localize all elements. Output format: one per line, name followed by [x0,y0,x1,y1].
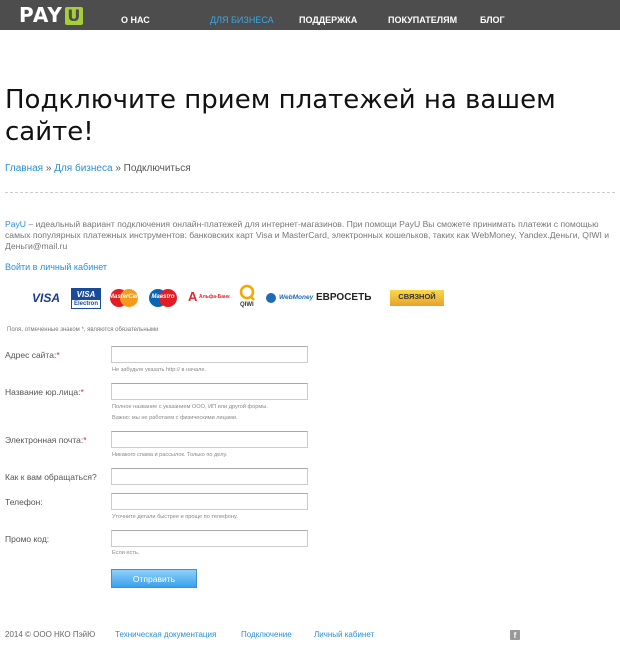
nav-buyers[interactable]: ПОКУПАТЕЛЯМ [388,15,457,25]
required-star: * [83,435,87,445]
footer-copyright: 2014 © ООО НКО ПэйЮ [5,630,96,639]
nav-blog[interactable]: БЛОГ [480,15,505,25]
footer-link-docs[interactable]: Техническая документация [115,630,216,639]
svyaznoy-text: СВЯЗНОЙ [398,292,436,301]
page-title: Подключите прием платежей на вашем сайте… [5,85,556,147]
nav-support[interactable]: ПОДДЕРЖКА [299,15,357,25]
alfa-mark: A [188,289,198,304]
footer-link-connect[interactable]: Подключение [241,630,292,639]
contact-name-input[interactable] [111,468,308,485]
breadcrumb: Главная » Для бизнеса » Подключиться [5,163,191,174]
intro-text: PayU – идеальный вариант подключения онл… [5,219,615,252]
maestro-logo: Maestro [148,288,178,308]
breadcrumb-separator: » [115,163,121,174]
euroset-logo: ЕВРОСЕТЬ [316,292,372,303]
webmoney-globe-icon [266,293,276,303]
breadcrumb-current: Подключиться [123,163,191,174]
breadcrumb-home[interactable]: Главная [5,163,43,174]
phone-label: Телефон: [5,497,43,507]
email-label: Электронная почта:* [5,435,87,445]
nav-about[interactable]: О НАС [121,15,150,25]
footer-link-connect-text[interactable]: Подключение [241,630,292,639]
company-name-input[interactable] [111,383,308,400]
visa-electron-top: VISA [76,290,96,299]
breadcrumb-business[interactable]: Для бизнеса [54,163,112,174]
webmoney-text: WebMoney [279,294,314,301]
intro-brand: PayU [5,219,27,229]
qiwi-logo: QIWI [237,284,257,312]
mastercard-text: MasterCard [109,294,143,300]
field-label-text: Название юр.лица: [5,387,81,397]
promo-code-hint: Если есть. [112,550,140,556]
alfa-text: Альфа-Банк [199,294,230,300]
promo-code-label: Промо код: [5,534,50,544]
nav-business[interactable]: ДЛЯ БИЗНЕСА [210,15,274,25]
facebook-icon[interactable]: f [510,630,520,640]
visa-electron-logo: VISA Electron [71,288,101,309]
logo-text: PAY [19,3,63,27]
qiwi-text: QIWI [240,302,254,308]
site-url-input[interactable] [111,346,308,363]
company-name-hint-2: Важно: мы не работаем с физическими лица… [112,415,238,421]
required-star: * [56,350,60,360]
intro-body: – идеальный вариант подключения онлайн-п… [5,219,610,251]
field-label-text: Электронная почта: [5,435,84,445]
required-note: Поля, отмеченные знаком *, являются обяз… [7,327,159,333]
footer-link-cabinet-text[interactable]: Личный кабинет [314,630,374,639]
login-link[interactable]: Войти в личный кабинет [5,262,107,272]
breadcrumb-separator: » [45,163,52,174]
footer-link-cabinet[interactable]: Личный кабинет [314,630,374,639]
company-name-hint: Полное название с указанием ООО, ИП или … [112,404,268,410]
promo-code-input[interactable] [111,530,308,547]
field-label-text: Адрес сайта: [5,350,57,360]
email-hint: Никакого спама и рассылок. Только по дел… [112,452,228,458]
site-url-hint: Не забудьте указать http:// в начале. [112,367,207,373]
footer-link-docs-text[interactable]: Техническая документация [115,630,216,639]
divider [5,192,615,193]
company-name-label: Название юр.лица:* [5,387,84,397]
contact-name-label: Как к вам обращаться? [5,472,97,482]
phone-hint: Уточните детали быстрее и проще по телеф… [112,514,238,520]
alfa-bank-logo: A Альфа-Банк [188,289,232,307]
payment-logos: VISA VISA Electron MasterCard Maestro A … [30,284,450,314]
required-star: * [80,387,84,397]
email-input[interactable] [111,431,308,448]
visa-logo: VISA [32,291,61,305]
webmoney-logo: WebMoney [266,290,314,306]
payu-logo[interactable]: PAY U [19,5,83,25]
svyaznoy-logo: СВЯЗНОЙ [390,290,444,306]
top-navigation-bar: PAY U О НАС ДЛЯ БИЗНЕСА ПОДДЕРЖКА ПОКУПА… [0,0,620,30]
maestro-text: Maestro [151,294,175,300]
phone-input[interactable] [111,493,308,510]
logo-accent: U [64,7,83,25]
submit-button[interactable]: Отправить [111,569,197,588]
mastercard-logo: MasterCard [109,288,143,308]
visa-electron-bottom: Electron [72,300,100,308]
qiwi-circle [239,284,255,301]
site-url-label: Адрес сайта:* [5,350,60,360]
